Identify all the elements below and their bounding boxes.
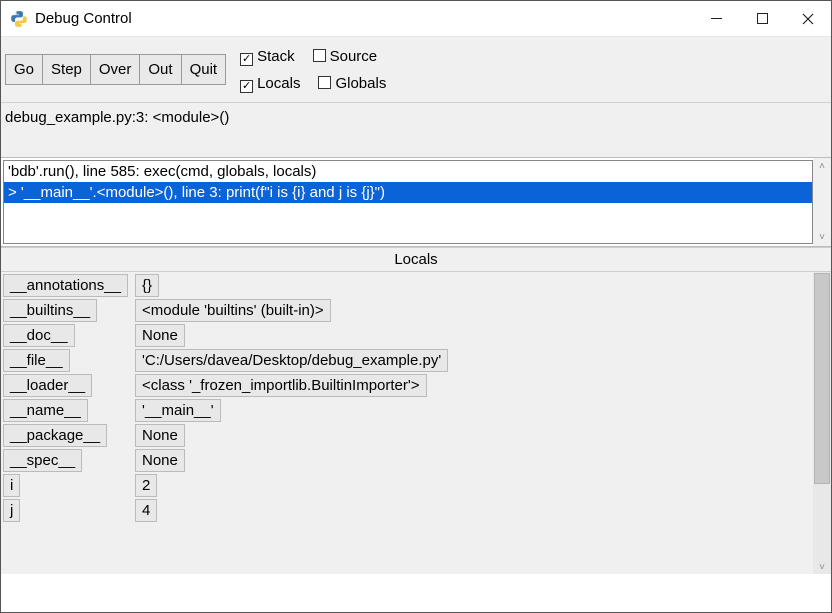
locals-row: i2 bbox=[3, 474, 811, 497]
locals-value[interactable]: {} bbox=[135, 274, 159, 297]
locals-key[interactable]: __doc__ bbox=[3, 324, 75, 347]
locals-key[interactable]: __loader__ bbox=[3, 374, 92, 397]
source-label: Source bbox=[330, 48, 378, 65]
maximize-button[interactable] bbox=[739, 1, 785, 37]
over-button[interactable]: Over bbox=[90, 54, 140, 85]
stack-scrollbar[interactable]: ˄ ˅ bbox=[813, 158, 831, 246]
locals-value[interactable]: 4 bbox=[135, 499, 157, 522]
locals-value[interactable]: <module 'builtins' (built-in)> bbox=[135, 299, 331, 322]
locals-value[interactable]: <class '_frozen_importlib.BuiltinImporte… bbox=[135, 374, 427, 397]
globals-label: Globals bbox=[335, 75, 386, 92]
locals-key[interactable]: __package__ bbox=[3, 424, 107, 447]
stack-row[interactable]: 'bdb'.run(), line 585: exec(cmd, globals… bbox=[4, 161, 812, 182]
locals-value[interactable]: None bbox=[135, 449, 185, 472]
locals-value[interactable]: 'C:/Users/davea/Desktop/debug_example.py… bbox=[135, 349, 448, 372]
quit-button[interactable]: Quit bbox=[181, 54, 227, 85]
out-button[interactable]: Out bbox=[139, 54, 180, 85]
locals-key[interactable]: i bbox=[3, 474, 20, 497]
locals-value[interactable]: None bbox=[135, 424, 185, 447]
minimize-button[interactable] bbox=[693, 1, 739, 37]
view-options: Stack Source Locals Globals bbox=[230, 37, 386, 102]
locals-row: __package__ None bbox=[3, 424, 811, 447]
locals-row: __name__ '__main__' bbox=[3, 399, 811, 422]
locals-row: __annotations__ {} bbox=[3, 274, 811, 297]
scroll-down-icon: ˅ bbox=[813, 561, 831, 574]
window-title: Debug Control bbox=[35, 10, 132, 27]
locals-table[interactable]: __annotations__ {} __builtins__ <module 'bu… bbox=[1, 272, 813, 574]
titlebar: Debug Control bbox=[1, 1, 831, 37]
locals-key[interactable]: __file__ bbox=[3, 349, 70, 372]
go-button[interactable]: Go bbox=[5, 54, 42, 85]
locals-row: j4 bbox=[3, 499, 811, 522]
scroll-up-icon: ˄ bbox=[819, 160, 825, 173]
locals-key[interactable]: __name__ bbox=[3, 399, 88, 422]
step-button[interactable]: Step bbox=[42, 54, 90, 85]
locals-row: __loader__ <class '_frozen_importlib.Buil… bbox=[3, 374, 811, 397]
python-icon bbox=[9, 9, 29, 29]
locals-header: Locals bbox=[1, 247, 831, 272]
debug-buttons: Go Step Over Out Quit bbox=[1, 37, 230, 102]
locals-scrollbar[interactable]: ˅ bbox=[813, 272, 831, 574]
stack-checkbox[interactable] bbox=[240, 53, 253, 66]
locals-row: __builtins__ <module 'builtins' (built-in… bbox=[3, 299, 811, 322]
locals-key[interactable]: j bbox=[3, 499, 20, 522]
locals-checkbox[interactable] bbox=[240, 80, 253, 93]
scroll-down-icon: ˅ bbox=[819, 231, 825, 244]
locals-value[interactable]: None bbox=[135, 324, 185, 347]
status-line: debug_example.py:3: <module>() bbox=[1, 103, 831, 157]
stack-label: Stack bbox=[257, 48, 295, 65]
toolbar: Go Step Over Out Quit Stack Source Local… bbox=[1, 37, 831, 103]
stack-list[interactable]: 'bdb'.run(), line 585: exec(cmd, globals… bbox=[3, 160, 813, 244]
stack-panel: 'bdb'.run(), line 585: exec(cmd, globals… bbox=[1, 157, 831, 247]
close-button[interactable] bbox=[785, 1, 831, 37]
locals-row: __file__ 'C:/Users/davea/Desktop/debug_ex… bbox=[3, 349, 811, 372]
locals-key[interactable]: __annotations__ bbox=[3, 274, 128, 297]
locals-value[interactable]: 2 bbox=[135, 474, 157, 497]
stack-row[interactable]: > '__main__'.<module>(), line 3: print(f… bbox=[4, 182, 812, 203]
locals-panel: __annotations__ {} __builtins__ <module 'bu… bbox=[1, 272, 831, 574]
locals-value[interactable]: '__main__' bbox=[135, 399, 221, 422]
source-checkbox[interactable] bbox=[313, 49, 326, 62]
scrollbar-thumb[interactable] bbox=[814, 273, 830, 484]
locals-key[interactable]: __builtins__ bbox=[3, 299, 97, 322]
locals-key[interactable]: __spec__ bbox=[3, 449, 82, 472]
locals-row: __doc__ None bbox=[3, 324, 811, 347]
globals-checkbox[interactable] bbox=[318, 76, 331, 89]
locals-label: Locals bbox=[257, 75, 300, 92]
locals-row: __spec__ None bbox=[3, 449, 811, 472]
